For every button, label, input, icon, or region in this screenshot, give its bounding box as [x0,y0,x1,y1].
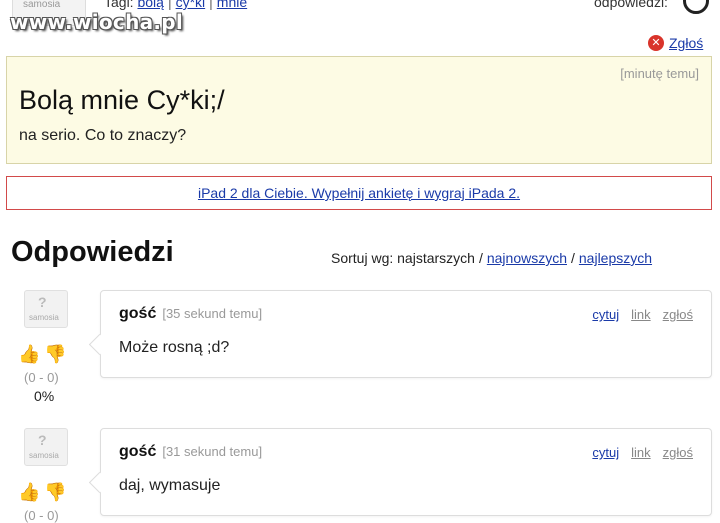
sort-newest-link[interactable]: najnowszych [487,250,567,266]
vote-buttons: 👍 👎 [18,482,67,503]
thumbs-down-icon[interactable]: 👎 [44,482,66,503]
ad-banner: iPad 2 dla Ciebie. Wypełnij ankietę i wy… [6,176,712,210]
answer-text: daj, wymasuje [119,477,221,494]
answer-text: Może rosną ;d? [119,339,230,356]
ad-link[interactable]: iPad 2 dla Ciebie. Wypełnij ankietę i wy… [198,185,520,201]
answer-bubble: gość [35 sekund temu] Może rosną ;d? cytu… [88,290,712,378]
tag-link[interactable]: bolą [137,0,163,10]
avatar-label: samosia [29,451,59,460]
thumbs-down-icon[interactable]: 👎 [44,344,66,365]
close-circle-icon: ✕ [648,35,664,51]
thumbs-up-icon[interactable]: 👍 [18,482,40,503]
answer-time: [31 sekund temu] [162,444,263,459]
watermark: www.wiocha.pl [10,10,184,34]
avatar: ? samosia [24,428,68,466]
report-answer-link[interactable]: zgłoś [663,307,693,322]
answer-bubble: gość [31 sekund temu] daj, wymasuje cytuj… [88,428,712,516]
answer-actions: cytuj link zgłoś [592,307,693,322]
permalink-link[interactable]: link [631,445,651,460]
sort-options: Sortuj wg: najstarszych / najnowszych / najl… [331,250,653,266]
tags-prefix: Tagi: [104,0,134,10]
tags: Tagi: bolą | cy*ki | mnie [104,0,247,10]
answer-author: gość [35 sekund temu] [119,305,263,322]
question-body: na serio. Co to znaczy? [19,127,187,144]
quote-link[interactable]: cytuj [592,307,619,322]
avatar: ? samosia [24,290,68,328]
vote-score: (0 - 0) [24,370,59,385]
vote-score: (0 - 0) [24,508,59,523]
quote-link[interactable]: cytuj [592,445,619,460]
permalink-link[interactable]: link [631,307,651,322]
answer-actions: cytuj link zgłoś [592,445,693,460]
sort-best-link[interactable]: najlepszych [579,250,652,266]
answer-time: [35 sekund temu] [162,306,263,321]
question-box: [minutę temu] Bolą mnie Cy*ki;/ na serio… [6,56,712,164]
report-link[interactable]: Zgłoś [669,35,703,51]
vote-percent: 0% [34,388,55,404]
report-button[interactable]: ✕ Zgłoś [648,35,703,51]
question-time: [minutę temu] [620,66,699,81]
answer-author: gość [31 sekund temu] [119,443,263,460]
answers-count-icon [683,0,709,14]
sort-prefix: Sortuj wg: najstarszych [331,250,475,266]
avatar-label: samosia [23,0,61,10]
answers-heading: Odpowiedzi [11,236,174,268]
tag-link[interactable]: mnie [217,0,247,10]
avatar-label: samosia [29,313,59,322]
vote-buttons: 👍 👎 [18,344,67,365]
tag-link[interactable]: cy*ki [176,0,206,10]
report-answer-link[interactable]: zgłoś [663,445,693,460]
answers-count-label: odpowiedzi: [594,0,668,10]
thumbs-up-icon[interactable]: 👍 [18,344,40,365]
question-title: Bolą mnie Cy*ki;/ [19,85,225,115]
